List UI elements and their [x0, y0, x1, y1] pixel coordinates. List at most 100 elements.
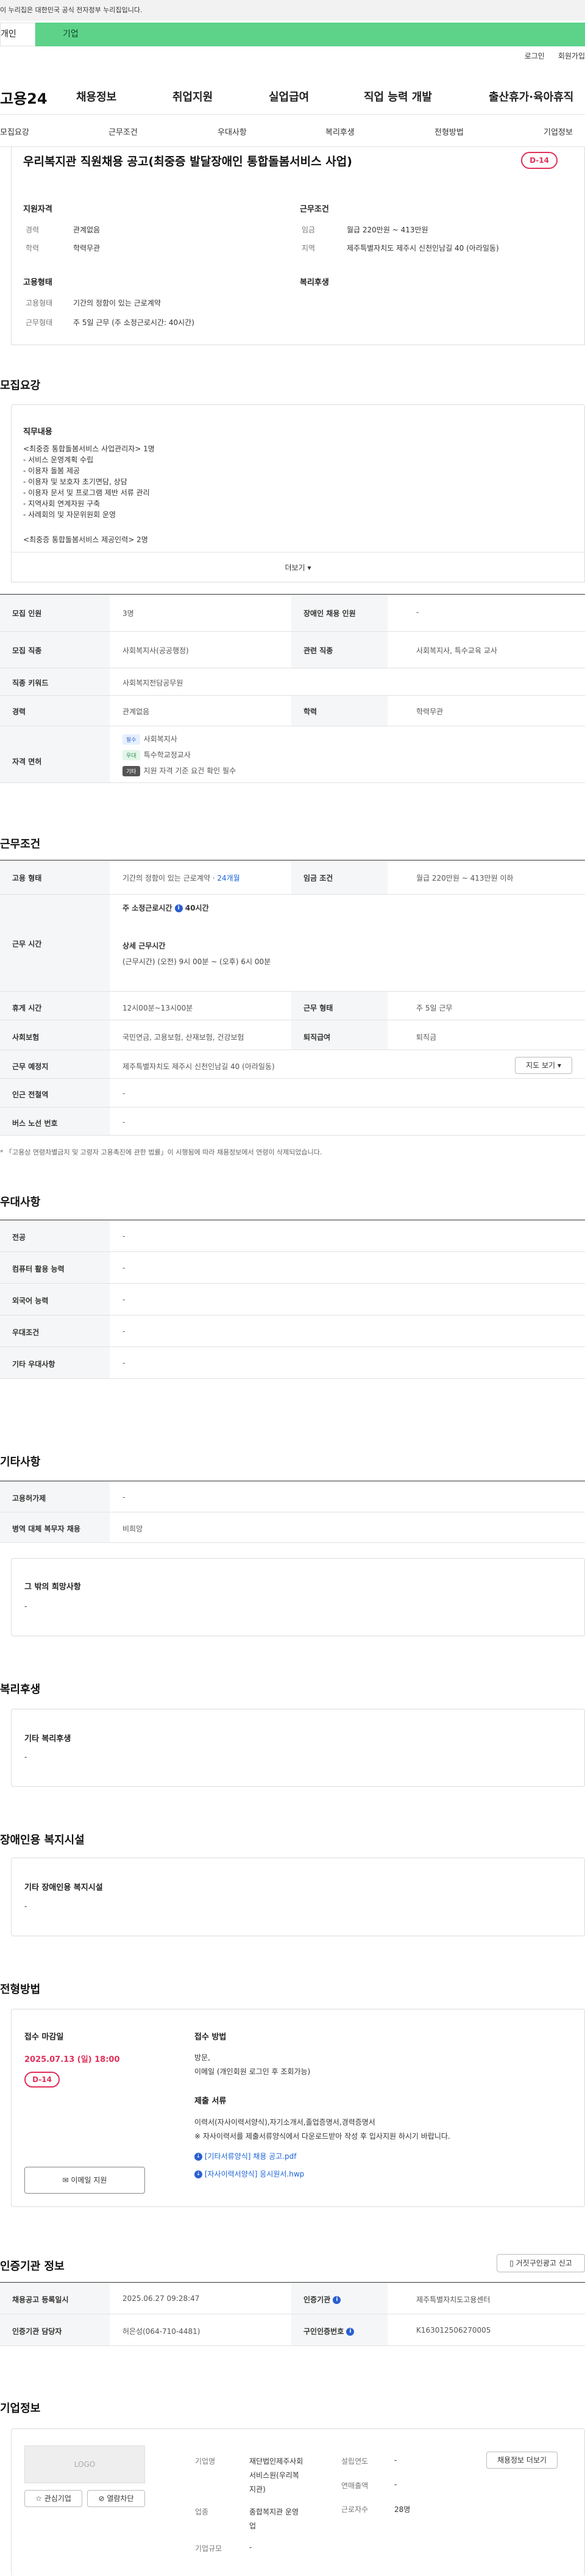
- row-value: 3명: [122, 609, 134, 618]
- summary-emp-label: 고용형태: [26, 299, 53, 307]
- subnav-conditions[interactable]: 근무조건: [108, 126, 138, 137]
- sales-value: -: [394, 2480, 397, 2489]
- false-ad-report-button[interactable]: ▯ 거짓구인광고 신고: [497, 2254, 585, 2272]
- more-jobs-button[interactable]: 채용정보 더보기: [486, 2452, 558, 2469]
- login-link[interactable]: 로그인: [525, 52, 545, 60]
- subnav-recruit[interactable]: 모집요강: [0, 126, 29, 137]
- summary-qualification-heading: 지원자격: [23, 205, 52, 214]
- favorite-company-button[interactable]: ☆ 관심기업: [24, 2490, 82, 2507]
- summary-wage-value: 월급 220만원 ~ 413만원: [347, 226, 428, 234]
- block-icon: ⊘: [98, 2494, 107, 2503]
- row-label: 고용 형태: [12, 874, 42, 882]
- site-logo[interactable]: 고용24: [0, 87, 48, 108]
- other-wishes-box: [11, 1558, 585, 1636]
- row-value: 허은성(064-710-4481): [122, 2327, 200, 2336]
- row-value: 관계없음: [122, 707, 150, 716]
- cert-number-label: 구인인증번호: [303, 2327, 344, 2336]
- file-link-pdf[interactable]: ↓ [기타서류양식] 채용 공고.pdf: [194, 2151, 297, 2161]
- subnav-process[interactable]: 전형방법: [434, 126, 464, 137]
- info-icon[interactable]: i: [174, 904, 183, 912]
- welfare-value: -: [24, 1753, 27, 1761]
- hours-value: 40시간: [185, 904, 209, 912]
- section-title-recruit: 모집요강: [0, 379, 41, 392]
- summary-edu-value: 학력무관: [73, 244, 101, 252]
- duty-line: - 지역사회 연계자원 구축: [23, 499, 101, 508]
- gnb-item-skill-development[interactable]: 직업 능력 개발: [364, 88, 432, 104]
- sales-label: 연매출액: [341, 2481, 369, 2490]
- row-value: 사회복지사(공공행정): [122, 646, 189, 655]
- block-view-button[interactable]: ⊘ 열람차단: [87, 2490, 145, 2507]
- row-divider: [0, 894, 585, 895]
- gnb-item-jobs[interactable]: 채용정보: [76, 88, 116, 104]
- row-label: 직종 키워드: [12, 679, 49, 687]
- row-label: 근무 형태: [303, 1004, 333, 1012]
- map-view-button[interactable]: 지도 보기 ▾: [515, 1057, 572, 1074]
- row-label: 고용허가제: [12, 1494, 46, 1503]
- docs-value: 이력서(자사이력서양식),자기소개서,졸업증명서,경력증명서: [194, 2118, 375, 2127]
- row-divider: [0, 631, 585, 632]
- section-title-preference: 우대사항: [0, 1196, 41, 1209]
- row-label: 우대조건: [12, 1328, 40, 1337]
- row-label: 사회보험: [12, 1033, 40, 1042]
- download-icon: ↓: [194, 2170, 202, 2178]
- age-footnote: * 「고용상 연령차별금지 및 고령자 고용촉진에 관한 법률」이 시행됨에 따…: [0, 1148, 322, 1156]
- join-link[interactable]: 회원가입: [558, 52, 585, 60]
- tab-personal[interactable]: 개인: [0, 23, 35, 46]
- license-badge: 우대: [122, 750, 140, 760]
- summary-conditions-heading: 근무조건: [300, 205, 329, 214]
- file-link-hwp[interactable]: ↓ [자사이력서양식] 응시원서.hwp: [194, 2169, 304, 2179]
- email-apply-button[interactable]: ✉ 이메일 지원: [24, 2167, 145, 2194]
- subnav-preference[interactable]: 우대사항: [218, 126, 247, 137]
- tab-corp[interactable]: 기업: [35, 23, 585, 46]
- row-label: 구인인증번호 i: [303, 2326, 355, 2336]
- company-name-value: 재단법인제주사회: [249, 2457, 303, 2466]
- license-badge: 기타: [122, 766, 140, 776]
- subnav-welfare[interactable]: 복리후생: [325, 126, 355, 137]
- agency-label: 인증기관: [303, 2295, 331, 2304]
- company-name-label: 기업명: [195, 2457, 216, 2466]
- row-value: -: [122, 1118, 126, 1126]
- government-notice-text: 이 누리집은 대한민국 공식 전자정부 누리집입니다.: [0, 6, 143, 14]
- disability-value: -: [24, 1902, 27, 1911]
- industry-value: 종합복지관 운영: [249, 2508, 299, 2516]
- license-item: 기타 지원 자격 기준 요건 확인 필수: [122, 765, 236, 776]
- more-jobs-label: 채용정보 더보기: [497, 2456, 547, 2464]
- summary-career-label: 경력: [26, 226, 40, 234]
- row-value: -: [122, 1327, 126, 1336]
- row-label: 모집 인원: [12, 609, 42, 618]
- row-value: 퇴직금: [416, 1033, 437, 1042]
- deadline-heading: 접수 마감일: [24, 2033, 64, 2042]
- row-value: -: [122, 1493, 126, 1501]
- employees-value: 28명: [394, 2505, 411, 2514]
- method-value: 이메일 (개인회원 로그인 후 조회가능): [194, 2067, 311, 2076]
- row-value: 기간의 정함이 있는 근로계약 · 24개월: [122, 873, 240, 883]
- gnb-item-unemployment-benefit[interactable]: 실업급여: [269, 88, 309, 104]
- industry-value: 업: [249, 2522, 257, 2530]
- info-icon[interactable]: i: [346, 2328, 355, 2336]
- dday-badge: D-14: [521, 152, 558, 169]
- row-label: 인근 전철역: [12, 1090, 49, 1099]
- contract-period-link[interactable]: 24개월: [217, 874, 239, 882]
- docs-heading: 제출 서류: [194, 2097, 227, 2106]
- summary-edu-label: 학력: [26, 244, 40, 252]
- subnav-company[interactable]: 기업정보: [544, 126, 573, 137]
- summary-location-label: 지역: [302, 244, 316, 252]
- license-name: 사회복지사: [143, 735, 177, 743]
- gnb-item-employment-support[interactable]: 취업지원: [172, 88, 213, 104]
- summary-work-label: 근무형태: [26, 318, 53, 327]
- row-value: -: [122, 1295, 126, 1304]
- gnb-item-parental-leave[interactable]: 출산휴가·육아휴직: [489, 88, 573, 104]
- welfare-box: [11, 1709, 585, 1787]
- disability-box: [11, 1858, 585, 1936]
- info-icon[interactable]: i: [333, 2296, 341, 2304]
- industry-label: 업종: [195, 2508, 209, 2516]
- file-name: [자사이력서양식] 응시원서.hwp: [204, 2170, 305, 2178]
- file-name: [기타서류양식] 채용 공고.pdf: [204, 2152, 297, 2161]
- row-label: 모집 직종: [12, 646, 42, 655]
- more-button[interactable]: 더보기 ▾: [11, 552, 585, 582]
- row-value: -: [122, 1359, 126, 1367]
- section-title-welfare: 복리후생: [0, 1683, 41, 1696]
- employees-label: 근로자수: [341, 2505, 369, 2514]
- map-view-label: 지도 보기 ▾: [526, 1061, 561, 1070]
- row-value: 주 5일 근무: [416, 1004, 453, 1012]
